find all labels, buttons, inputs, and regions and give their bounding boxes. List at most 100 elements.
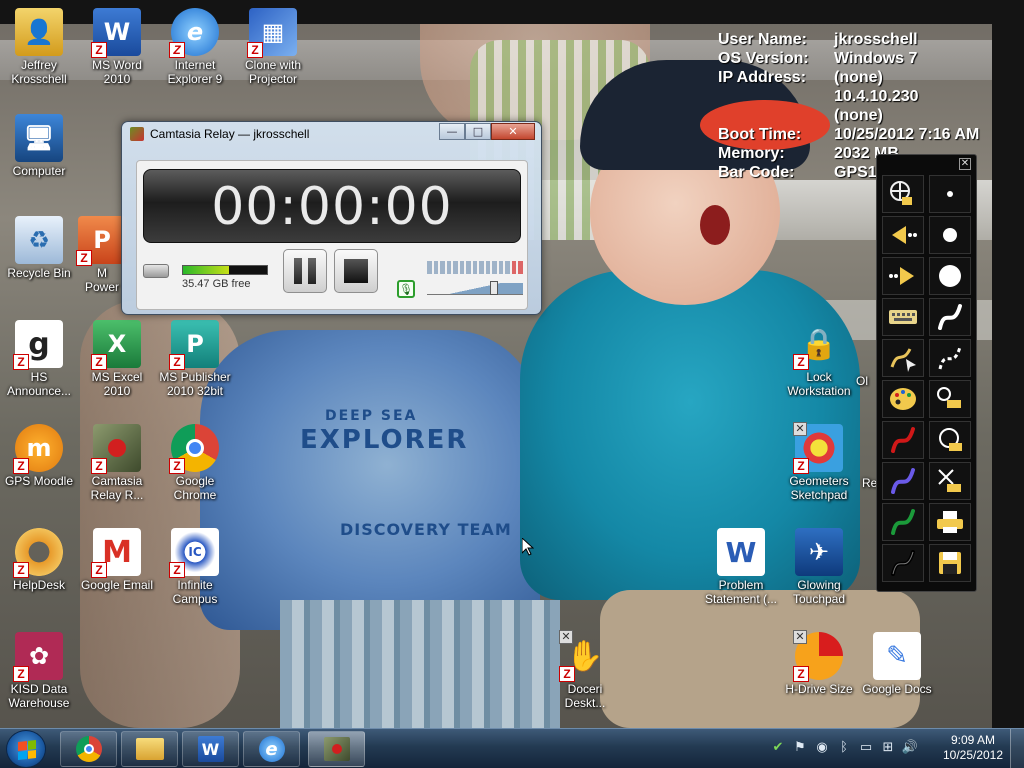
monitor-icon[interactable]: ▭: [858, 739, 874, 755]
desktop-icon-camtasia-relay[interactable]: Z Camtasia Relay R...: [78, 424, 156, 502]
system-info-key: User Name:: [718, 31, 807, 48]
arrow-right-icon[interactable]: [882, 257, 924, 295]
dot-small-icon[interactable]: [929, 175, 971, 213]
desktop-icon-gps-moodle[interactable]: mZ GPS Moodle: [0, 424, 78, 488]
palette-close-button[interactable]: ✕: [959, 158, 971, 170]
globe-icon[interactable]: ◉: [814, 739, 830, 755]
clear-all-icon[interactable]: [929, 462, 971, 500]
taskbar-chrome-button[interactable]: [60, 731, 117, 767]
desktop-icon-google-email[interactable]: MZ Google Email: [78, 528, 156, 592]
desktop-icon-powerpoint[interactable]: PZ M Power: [76, 216, 126, 294]
desktop-icon-label: Clone with Projector: [244, 58, 302, 86]
desktop-icon-label: Jeffrey Krosschell: [11, 58, 67, 86]
desktop-icon-lock-workstation[interactable]: 🔒 Z Lock Workstation: [780, 320, 858, 399]
clock-date: 10/25/2012: [942, 748, 1004, 762]
z-badge-icon: Z: [169, 562, 185, 578]
desktop-icon-kisd-data-warehouse[interactable]: ✿ Z KISD Data Warehouse: [0, 632, 78, 710]
stroke-thick-icon[interactable]: [929, 298, 971, 336]
print-icon[interactable]: [929, 503, 971, 541]
taskbar-camtasia-relay-button[interactable]: [308, 731, 365, 767]
flag-icon[interactable]: ⚑: [792, 739, 808, 755]
z-badge-icon: Z: [169, 354, 185, 370]
start-button[interactable]: [6, 730, 46, 768]
pause-button[interactable]: [283, 249, 327, 293]
system-info-value: 10.4.10.230: [834, 88, 919, 105]
recycle-bin-icon: ♻: [15, 216, 63, 264]
desktop-icon-clone-projector[interactable]: ▦ Z Clone with Projector: [234, 8, 312, 86]
volume-slider-thumb[interactable]: [490, 281, 499, 295]
desktop-icon-helpdesk[interactable]: Z HelpDesk: [0, 528, 78, 592]
taskbar: W e ✔ ⚑ ◉ ᛒ ▭ ⊞ 🔊 9:09 AM 10/25/2012: [0, 728, 1024, 768]
bluetooth-icon[interactable]: ᛒ: [836, 739, 852, 755]
dot-medium-icon[interactable]: [929, 216, 971, 254]
sketchpad-icon: ✕ Z: [793, 422, 843, 474]
desktop-icon-hs-announcements[interactable]: gZ HS Announce...: [0, 320, 78, 398]
pen-arrow-icon[interactable]: [882, 339, 924, 377]
desktop-icon-ms-word[interactable]: WZ MS Word 2010: [78, 8, 156, 86]
maximize-button[interactable]: □: [465, 123, 491, 140]
close-button[interactable]: ✕: [491, 123, 535, 140]
palette-icon[interactable]: [882, 380, 924, 418]
eraser-lasso-icon[interactable]: [929, 421, 971, 459]
eraser-icon[interactable]: [929, 380, 971, 418]
pen-black-icon[interactable]: [882, 544, 924, 582]
system-info-value: (none): [834, 69, 883, 86]
user-folder-icon: 👤: [15, 8, 63, 56]
desktop-icon-doceri[interactable]: ✋ ✕ Z Doceri Deskt...: [546, 630, 624, 710]
desktop-icon-label: Infinite Campus: [172, 578, 218, 606]
desktop-icon-geometers-sketchpad[interactable]: ✕ Z Geometers Sketchpad: [780, 422, 858, 502]
camtasia-relay-icon: [323, 737, 350, 761]
volume-icon[interactable]: 🔊: [902, 739, 918, 755]
taskbar-internet-explorer-button[interactable]: e: [243, 731, 300, 767]
desktop-icon-internet-explorer[interactable]: eZ Internet Explorer 9: [156, 8, 234, 86]
desktop-icon-computer[interactable]: 🖥 Computer: [0, 114, 78, 178]
show-desktop-button[interactable]: [1010, 729, 1024, 768]
desktop-icon-label: Internet Explorer 9: [167, 58, 223, 86]
stroke-dashed-icon[interactable]: [929, 339, 971, 377]
pen-blue-icon[interactable]: [882, 462, 924, 500]
taskbar-clock[interactable]: 9:09 AM 10/25/2012: [938, 733, 1008, 763]
pen-green-icon[interactable]: [882, 503, 924, 541]
desktop-icon-infinite-campus[interactable]: IC Z Infinite Campus: [156, 528, 234, 606]
mouse-cursor-icon: [521, 536, 535, 560]
wallpaper-shirt-text: DISCOVERY TEAM: [340, 520, 512, 539]
dot-large-icon[interactable]: [929, 257, 971, 295]
display-clone-icon: ▦ Z: [247, 8, 297, 58]
microphone-icon[interactable]: 🎙: [397, 280, 415, 298]
network-icon[interactable]: ⊞: [880, 739, 896, 755]
desktop-icon-ms-publisher[interactable]: PZ MS Publisher 2010 32bit: [156, 320, 234, 398]
desktop-icon-google-docs[interactable]: ✎ Google Docs: [858, 632, 936, 696]
wallpaper-plaid-shorts: [280, 600, 560, 728]
taskbar-word-button[interactable]: W: [182, 731, 239, 767]
camtasia-relay-window[interactable]: Camtasia Relay — jkrosschell — □ ✕ 00:00…: [121, 121, 542, 315]
cursor-select-icon[interactable]: [882, 175, 924, 213]
save-icon[interactable]: [929, 544, 971, 582]
desktop-icon-ms-excel[interactable]: XZ MS Excel 2010: [78, 320, 156, 398]
pen-red-icon[interactable]: [882, 421, 924, 459]
desktop-icon-glowing-touchpad[interactable]: ✈ Glowing Touchpad: [780, 528, 858, 606]
volume-slider-track[interactable]: [427, 283, 523, 295]
window-controls: — □ ✕: [439, 123, 535, 140]
desktop-icon-label: Recycle Bin: [7, 266, 71, 280]
desktop-icon-problem-statement[interactable]: W Problem Statement (...: [702, 528, 780, 606]
stop-button[interactable]: [334, 249, 378, 293]
desktop-icon-h-drive-size[interactable]: ✕ Z H-Drive Size: [780, 630, 858, 696]
desktop-icon-label: MS Excel 2010: [91, 370, 143, 398]
desktop-icon-label: HelpDesk: [12, 578, 66, 592]
desktop-icon-jeffrey-krosschell[interactable]: 👤 Jeffrey Krosschell: [0, 8, 78, 86]
z-badge-icon: Z: [13, 562, 29, 578]
z-badge-icon: Z: [247, 42, 263, 58]
taskbar-explorer-button[interactable]: [121, 731, 178, 767]
camtasia-relay-icon: [130, 127, 144, 141]
arrow-left-icon[interactable]: [882, 216, 924, 254]
z-badge-icon: Z: [169, 458, 185, 474]
desktop-icon-label: Lock Workstation: [787, 370, 851, 398]
keyboard-icon[interactable]: [882, 298, 924, 336]
disk-space-fill: [183, 266, 230, 274]
desktop-icon-recycle-bin[interactable]: ♻ Recycle Bin: [0, 216, 78, 280]
minimize-button[interactable]: —: [439, 123, 465, 140]
desktop-icon-label: Doceri Deskt...: [564, 682, 606, 710]
stop-icon: [344, 259, 368, 283]
checkmark-shield-icon[interactable]: ✔: [770, 739, 786, 755]
desktop-icon-google-chrome[interactable]: Z Google Chrome: [156, 424, 234, 502]
